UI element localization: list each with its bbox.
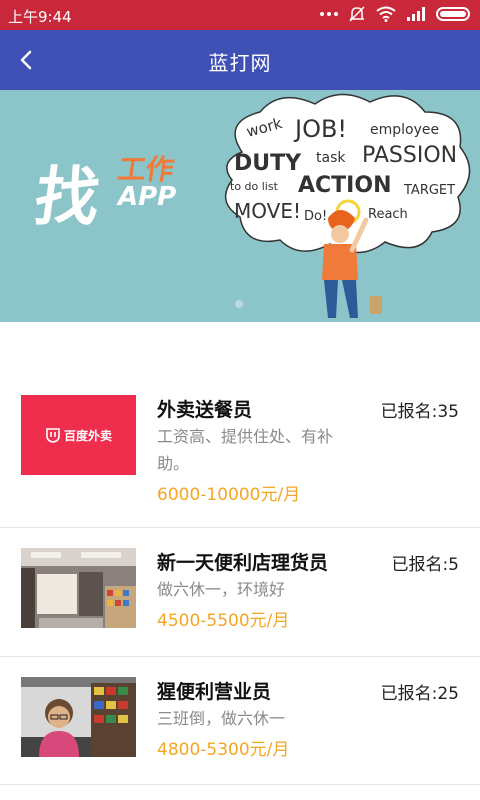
job-list-item[interactable]: 猩便利营业员 已报名:25 三班倒，做六休一 4800-5300元/月	[0, 657, 480, 785]
job-list: 百度外卖 外卖送餐员 已报名:35 工资高、提供住处、有补助。 6000-100…	[0, 380, 480, 785]
job-description: 工资高、提供住处、有补助。	[157, 427, 334, 473]
baidu-waimai-logo	[46, 428, 60, 443]
banner-title-main: 找	[29, 160, 105, 235]
cloud-word-passion: PASSION	[362, 143, 457, 168]
signup-count: 已报名:35	[380, 402, 459, 422]
banner-title-app: APP	[118, 182, 177, 212]
mute-icon	[349, 6, 365, 22]
bag	[370, 296, 382, 314]
signal-icon	[407, 7, 425, 21]
carousel-indicator	[235, 300, 243, 308]
cloud-word-task: task	[316, 150, 346, 166]
battery-icon	[436, 7, 470, 21]
job-cloud-illustration: work JOB! employee DUTY task PASSION to …	[224, 93, 471, 318]
job-thumbnail	[21, 548, 136, 628]
job-salary: 6000-10000元/月	[157, 485, 301, 505]
job-salary: 4800-5300元/月	[157, 740, 290, 760]
cloud-word-employee: employee	[370, 122, 439, 138]
job-title: 新一天便利店理货员	[157, 552, 329, 574]
thumbnail-brand-text: 百度外卖	[63, 428, 112, 443]
cloud-word-reach: Reach	[368, 207, 408, 222]
job-list-item[interactable]: 百度外卖 外卖送餐员 已报名:35 工资高、提供住处、有补助。 6000-100…	[0, 380, 480, 528]
cloud-word-target: TARGET	[403, 183, 455, 198]
cloud-word-job: JOB!	[293, 115, 347, 143]
more-dots-icon	[320, 12, 338, 16]
job-thumbnail: 百度外卖	[21, 395, 136, 475]
page-title: 蓝打网	[208, 51, 272, 75]
job-description: 做六休一，环境好	[157, 580, 286, 599]
job-title: 猩便利营业员	[157, 681, 272, 703]
job-salary: 4500-5500元/月	[157, 611, 290, 631]
cloud-word-duty: DUTY	[234, 151, 302, 176]
status-bar: 上午9:44	[0, 0, 480, 30]
status-time: 上午9:44	[8, 8, 72, 26]
cloud-word-do: Do!	[304, 209, 327, 224]
job-list-item[interactable]: 新一天便利店理货员 已报名:5 做六休一，环境好 4500-5500元/月	[0, 528, 480, 657]
signup-count: 已报名:25	[380, 684, 459, 704]
app-bar: 蓝打网	[0, 30, 480, 90]
cloud-word-todolist: to do list	[230, 180, 279, 193]
staff-photo	[21, 677, 136, 757]
promo-banner[interactable]: 找 工作 APP work JOB! employee DUTY task PA…	[0, 90, 480, 322]
status-icons	[320, 5, 470, 23]
wifi-icon	[376, 6, 396, 22]
signup-count: 已报名:5	[391, 555, 459, 575]
job-title: 外卖送餐员	[157, 399, 253, 421]
store-photo	[21, 548, 136, 628]
cloud-word-action: ACTION	[298, 173, 391, 198]
cloud-word-move: MOVE!	[234, 199, 301, 223]
job-description: 三班倒，做六休一	[157, 709, 286, 728]
job-thumbnail	[21, 677, 136, 757]
